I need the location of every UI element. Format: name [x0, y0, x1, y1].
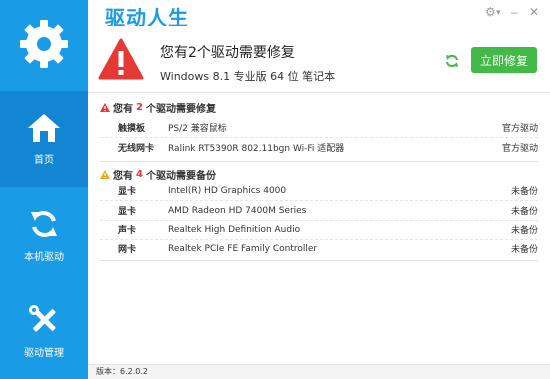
- driver-row[interactable]: 声卡 Realtek High Definition Audio 未备份: [118, 220, 538, 239]
- sidebar-item-driver-management[interactable]: 驱动管理: [0, 283, 88, 379]
- warning-icon: [98, 38, 144, 80]
- driver-list: 您有 2 个驱动需要修复 触摸板 PS/2 兼容鼠标 官方驱动 无线网卡 Ral…: [88, 93, 550, 365]
- sidebar-item-label: 首页: [34, 154, 54, 166]
- header-title: 您有2个驱动需要修复: [160, 45, 295, 61]
- repair-now-button[interactable]: 立即修复: [471, 47, 537, 73]
- section-title-backup: 您有 4 个驱动需要备份: [100, 167, 216, 182]
- driver-row[interactable]: 触摸板 PS/2 兼容鼠标 官方驱动: [118, 118, 538, 137]
- sidebar-item-label: 本机驱动: [24, 251, 64, 263]
- home-icon: [28, 113, 60, 142]
- sidebar-item-home[interactable]: 首页: [0, 91, 88, 187]
- system-info: Windows 8.1 专业版 64 位 笔记本: [160, 70, 336, 83]
- rescan-icon[interactable]: [445, 54, 459, 68]
- section-divider: [100, 161, 538, 162]
- version-bar: 版本：6.2.0.2: [88, 364, 550, 379]
- section-divider: [100, 260, 538, 261]
- section-title-repair: 您有 2 个驱动需要修复: [100, 100, 216, 115]
- driver-row[interactable]: 显卡 AMD Radeon HD 7400M Series 未备份: [118, 201, 538, 220]
- sidebar: 首页 本机驱动 驱动管理: [0, 0, 88, 379]
- count-badge: 2: [136, 102, 143, 113]
- refresh-icon: [31, 210, 57, 237]
- driver-row[interactable]: 显卡 Intel(R) HD Graphics 4000 未备份: [118, 181, 538, 200]
- settings-icon[interactable]: ⚙: [485, 5, 496, 19]
- count-badge: 4: [136, 169, 143, 180]
- close-icon[interactable]: ✕: [529, 5, 539, 19]
- version-text: 版本：6.2.0.2: [96, 367, 148, 376]
- driver-row[interactable]: 无线网卡 Ralink RT5390R 802.11bgn Wi-Fi 适配器 …: [118, 138, 538, 157]
- gear-logo-icon[interactable]: [0, 0, 88, 88]
- dropdown-icon[interactable]: ▾: [496, 7, 501, 18]
- title-bar: 驱动人生 ⚙ ▾ – ✕: [88, 0, 550, 30]
- minimize-icon[interactable]: –: [511, 5, 518, 19]
- tools-icon: [29, 304, 56, 332]
- warning-icon: [100, 170, 110, 179]
- driver-row[interactable]: 网卡 Realtek PCIe FE Family Controller 未备份: [118, 239, 538, 258]
- sidebar-item-local-drivers[interactable]: 本机驱动: [0, 187, 88, 283]
- sidebar-item-label: 驱动管理: [24, 347, 64, 359]
- status-header: 您有2个驱动需要修复 Windows 8.1 专业版 64 位 笔记本 立即修复: [88, 26, 550, 93]
- warning-icon: [100, 103, 110, 112]
